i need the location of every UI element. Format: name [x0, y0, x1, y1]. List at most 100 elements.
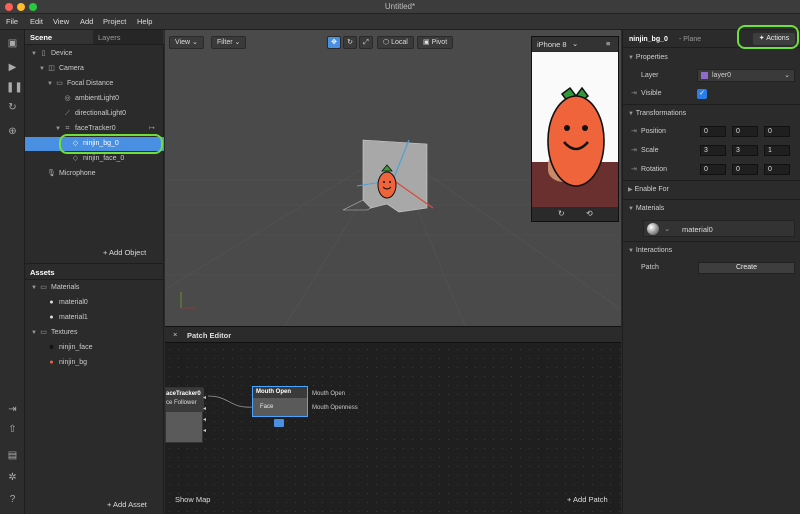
- bug-icon[interactable]: ✲: [6, 472, 19, 483]
- asset-label: ninjin_bg: [59, 359, 88, 366]
- rotate-device-icon[interactable]: ⟲: [586, 209, 593, 218]
- tree-item-microphone[interactable]: 🎙 Microphone: [25, 167, 164, 181]
- layer-select[interactable]: layer0 ⌄: [697, 69, 795, 82]
- rotation-x[interactable]: 0: [700, 164, 726, 175]
- material-sphere-icon: ●: [49, 299, 54, 306]
- position-y[interactable]: 0: [732, 126, 758, 137]
- switch-camera-icon[interactable]: ↻: [558, 209, 565, 218]
- menu-project[interactable]: Project: [103, 17, 126, 26]
- asset-ninjin-bg[interactable]: ● ninjin_bg: [25, 356, 164, 370]
- import-icon[interactable]: ⇥: [6, 404, 19, 415]
- refresh-icon[interactable]: ↻: [6, 102, 19, 113]
- rotation-y[interactable]: 0: [732, 164, 758, 175]
- pause-icon[interactable]: ❚❚: [6, 82, 23, 93]
- scale-x[interactable]: 3: [700, 145, 726, 156]
- position-x[interactable]: 0: [700, 126, 726, 137]
- add-asset-button[interactable]: + Add Asset: [107, 500, 147, 509]
- camera-port-icon[interactable]: [274, 419, 284, 427]
- create-patch-button[interactable]: Create: [698, 262, 795, 274]
- enable-for-section[interactable]: ▶ Enable For: [623, 180, 800, 197]
- node-title: aceTracker0: [166, 391, 201, 397]
- layout-icon[interactable]: ▣: [6, 38, 19, 49]
- node-subtitle: ce Follower: [166, 400, 197, 406]
- filter-dropdown[interactable]: Filter ⌄: [211, 36, 247, 49]
- video-icon[interactable]: ▶: [6, 62, 19, 73]
- mouth-open-node[interactable]: Mouth Open Face: [252, 386, 308, 417]
- folder-icon[interactable]: ▤: [6, 450, 19, 461]
- help-icon[interactable]: ?: [6, 494, 19, 505]
- material-value: material0: [682, 225, 713, 234]
- section-label: Enable For: [634, 186, 669, 193]
- tree-item-ninjin-face[interactable]: ◇ ninjin_face_0: [25, 152, 164, 166]
- visible-checkbox[interactable]: ✓: [697, 89, 707, 99]
- menu-add[interactable]: Add: [80, 17, 93, 26]
- add-patch-button[interactable]: + Add Patch: [567, 495, 608, 504]
- device-select[interactable]: iPhone 8: [537, 40, 567, 49]
- plane-object[interactable]: [337, 130, 447, 240]
- tab-layers[interactable]: Layers: [98, 33, 121, 42]
- window-title: Untitled*: [384, 2, 416, 11]
- menu-view[interactable]: View: [53, 17, 69, 26]
- material-slot[interactable]: ⌄ material0: [643, 220, 795, 237]
- materials-section[interactable]: ▼ Materials: [623, 199, 800, 216]
- highlight-circle: [737, 25, 799, 49]
- assets-textures-folder[interactable]: ▼ ▭ Textures: [25, 326, 164, 340]
- share-icon[interactable]: ⇧: [6, 424, 19, 435]
- scale-row: ⇥ Scale 3 3 1: [623, 142, 800, 159]
- transformations-section[interactable]: ▼ Transformations: [623, 104, 800, 121]
- view-dropdown[interactable]: View ⌄: [169, 36, 204, 49]
- link-icon[interactable]: ⇥: [631, 142, 637, 159]
- close-patch-editor-button[interactable]: ×: [173, 330, 177, 339]
- tree-item-camera[interactable]: ▼ ◫ Camera: [25, 62, 164, 76]
- tree-item-label: Microphone: [59, 170, 96, 177]
- tree-item-ambient-light[interactable]: ◎ ambientLight0: [25, 92, 164, 106]
- scale-tool-button[interactable]: ⤢: [359, 36, 373, 49]
- tree-item-directional-light[interactable]: ⟋ directionalLight0: [25, 107, 164, 121]
- face-tracker-node[interactable]: aceTracker0 ce Follower: [165, 387, 204, 443]
- directional-light-icon: ⟋: [65, 110, 70, 117]
- scale-z[interactable]: 1: [764, 145, 790, 156]
- patch-editor[interactable]: × Patch Editor aceTracker0 ce Follower ◂…: [165, 326, 621, 514]
- local-toggle[interactable]: ⬡ Local: [377, 36, 414, 49]
- viewport[interactable]: View ⌄ Filter ⌄ ✥ ↻ ⤢ ⬡ Local ▣ Pivot iP…: [165, 30, 621, 326]
- menu-icon[interactable]: ≡: [606, 39, 610, 48]
- show-map-button[interactable]: Show Map: [175, 495, 210, 504]
- folder-icon: ▭: [40, 284, 47, 291]
- scale-y[interactable]: 3: [732, 145, 758, 156]
- tree-item-focal-distance[interactable]: ▼ ▭ Focal Distance: [25, 77, 164, 91]
- asset-ninjin-face[interactable]: ☻ ninjin_face: [25, 341, 164, 355]
- rotation-z[interactable]: 0: [764, 164, 790, 175]
- focal-icon: ▭: [56, 80, 63, 87]
- menu-edit[interactable]: Edit: [30, 17, 43, 26]
- menu-file[interactable]: File: [6, 17, 18, 26]
- menu-help[interactable]: Help: [137, 17, 152, 26]
- node-port-face[interactable]: Face: [260, 404, 273, 410]
- face-texture-icon: ☻: [47, 344, 56, 351]
- rotate-tool-button[interactable]: ↻: [343, 36, 357, 49]
- properties-section[interactable]: ▼ Properties: [623, 49, 800, 66]
- asset-material1[interactable]: ● material1: [25, 311, 164, 325]
- tree-item-label: Focal Distance: [67, 80, 114, 87]
- position-z[interactable]: 0: [764, 126, 790, 137]
- link-icon[interactable]: ⇥: [631, 123, 637, 140]
- pivot-toggle[interactable]: ▣ Pivot: [417, 36, 454, 49]
- chevron-down-icon: ⌄: [234, 39, 241, 46]
- chevron-down-icon[interactable]: ⌄: [572, 39, 578, 48]
- node-header: Mouth Open: [253, 387, 307, 398]
- output-mouth-openness[interactable]: Mouth Openness: [312, 405, 358, 411]
- asset-material0[interactable]: ● material0: [25, 296, 164, 310]
- add-object-button[interactable]: + Add Object: [103, 248, 146, 257]
- tab-scene[interactable]: Scene: [30, 33, 52, 42]
- left-toolbar: ▣ ▶ ❚❚ ↻ ⊕ ⇥ ⇧ ▤ ✲ ?: [0, 30, 25, 514]
- tree-item-label: directionalLight0: [75, 110, 126, 117]
- patch-label: Patch: [641, 264, 659, 271]
- output-mouth-open[interactable]: Mouth Open: [312, 391, 345, 397]
- assets-materials-folder[interactable]: ▼ ▭ Materials: [25, 281, 164, 295]
- tree-item-device[interactable]: ▼ ▯ Device: [25, 47, 164, 61]
- zoom-icon[interactable]: ⊕: [6, 126, 19, 137]
- link-icon[interactable]: ⇥: [631, 85, 637, 102]
- device-preview: iPhone 8 ⌄ ≡ ↻ ⟲: [531, 36, 619, 222]
- link-icon[interactable]: ⇥: [631, 161, 637, 178]
- interactions-section[interactable]: ▼ Interactions: [623, 241, 800, 258]
- move-tool-button[interactable]: ✥: [327, 36, 341, 49]
